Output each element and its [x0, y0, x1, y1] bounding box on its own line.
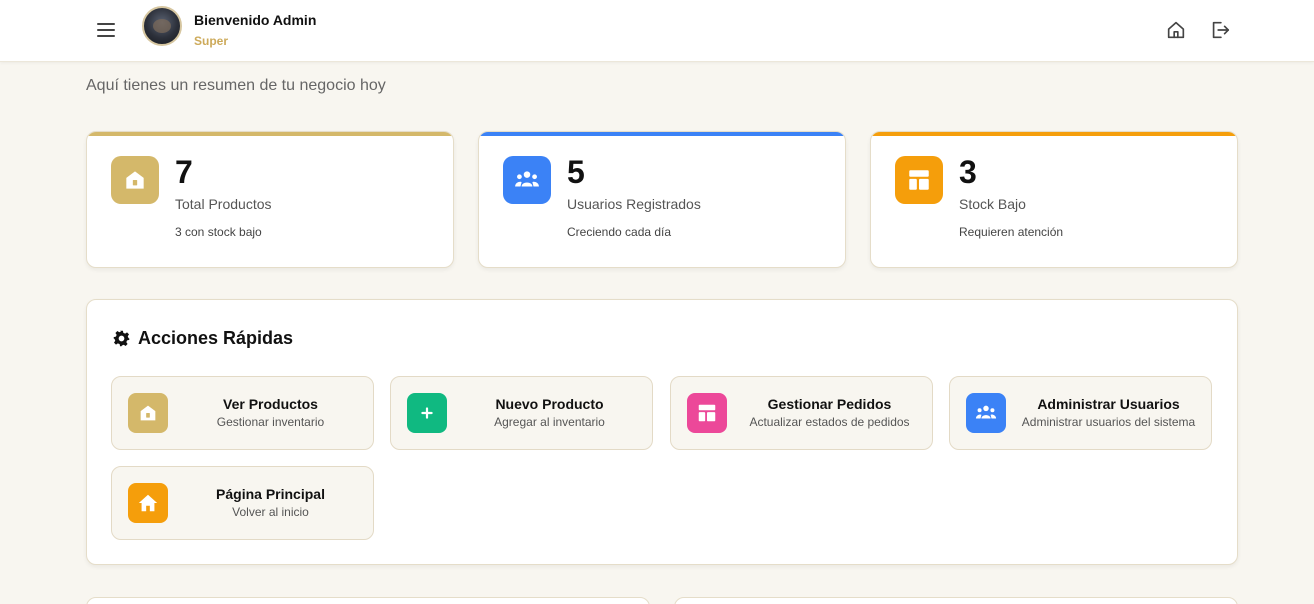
action-pagina-principal[interactable]: Página Principal Volver al inicio: [111, 466, 374, 540]
stat-note: Creciendo cada día: [567, 225, 672, 239]
stat-value: 5: [567, 154, 585, 190]
action-title: Ver Productos: [223, 396, 318, 412]
home-icon: [128, 483, 168, 523]
action-desc: Administrar usuarios del sistema: [1021, 415, 1196, 429]
quick-actions-panel: Acciones Rápidas Ver Productos Gestionar…: [86, 299, 1238, 565]
plus-icon: [407, 393, 447, 433]
action-title: Nuevo Producto: [495, 396, 604, 412]
action-gestionar-pedidos[interactable]: Gestionar Pedidos Actualizar estados de …: [670, 376, 933, 450]
action-title: Administrar Usuarios: [1037, 396, 1180, 412]
stat-value: 3: [959, 154, 977, 190]
action-administrar-usuarios[interactable]: Administrar Usuarios Administrar usuario…: [949, 376, 1212, 450]
menu-icon[interactable]: [94, 19, 118, 41]
top-navbar: Bienvenido Admin Super: [0, 0, 1314, 62]
action-desc: Agregar al inventario: [494, 415, 605, 429]
layout-icon: [895, 156, 943, 204]
stat-note: 3 con stock bajo: [175, 225, 262, 239]
action-nuevo-producto[interactable]: Nuevo Producto Agregar al inventario: [390, 376, 653, 450]
bottom-card-right: [674, 597, 1238, 604]
stat-card-stock-bajo: 3 Stock Bajo Requieren atención: [870, 131, 1238, 268]
action-desc: Volver al inicio: [232, 505, 309, 519]
action-title: Gestionar Pedidos: [767, 396, 892, 412]
welcome-text: Bienvenido Admin: [194, 12, 317, 28]
stat-note: Requieren atención: [959, 225, 1064, 239]
panel-title-text: Acciones Rápidas: [138, 328, 294, 348]
stat-label: Stock Bajo: [959, 196, 1026, 212]
action-desc: Actualizar estados de pedidos: [749, 415, 910, 429]
action-title: Página Principal: [216, 486, 325, 502]
users-icon: [503, 156, 551, 204]
stat-accent-bar: [87, 132, 453, 136]
stat-accent-bar: [871, 132, 1237, 136]
panel-title: Acciones Rápidas: [113, 328, 293, 349]
box-icon: [111, 156, 159, 204]
stat-value: 7: [175, 154, 193, 190]
bottom-card-left: [86, 597, 650, 604]
home-icon[interactable]: [1165, 19, 1187, 41]
stat-card-usuarios: 5 Usuarios Registrados Creciendo cada dí…: [478, 131, 846, 268]
users-icon: [966, 393, 1006, 433]
stat-accent-bar: [479, 132, 845, 136]
stat-card-total-productos: 7 Total Productos 3 con stock bajo: [86, 131, 454, 268]
layout-icon: [687, 393, 727, 433]
action-desc: Gestionar inventario: [216, 415, 325, 429]
action-ver-productos[interactable]: Ver Productos Gestionar inventario: [111, 376, 374, 450]
stat-label: Usuarios Registrados: [567, 196, 701, 212]
page-subtitle: Aquí tienes un resumen de tu negocio hoy: [86, 77, 386, 94]
gear-icon: [113, 330, 130, 347]
user-role: Super: [194, 34, 229, 48]
box-icon: [128, 393, 168, 433]
avatar[interactable]: [142, 6, 182, 46]
stat-label: Total Productos: [175, 196, 272, 212]
logout-icon[interactable]: [1209, 19, 1231, 41]
